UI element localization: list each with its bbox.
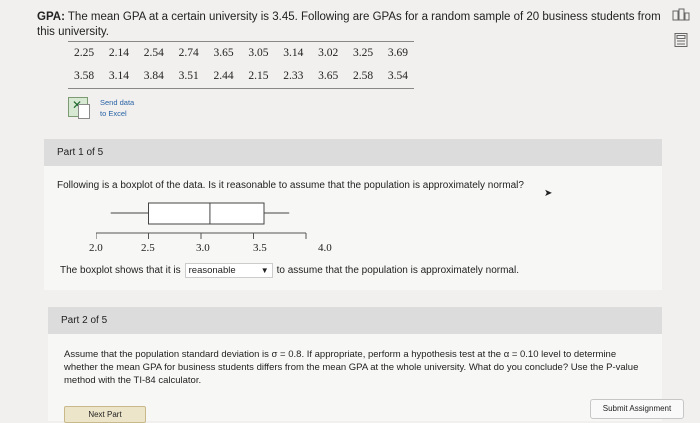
question-text: GPA: The mean GPA at a certain universit… bbox=[37, 10, 662, 40]
part1-header: Part 1 of 5 bbox=[44, 139, 662, 166]
data-cell: 2.33 bbox=[283, 70, 304, 82]
data-cell: 3.14 bbox=[108, 70, 129, 82]
data-cell: 3.54 bbox=[387, 70, 408, 82]
data-cell: 3.58 bbox=[74, 70, 95, 82]
data-cell: 2.15 bbox=[248, 70, 269, 82]
part2-header: Part 2 of 5 bbox=[48, 307, 662, 334]
send-to-excel-line2[interactable]: to Excel bbox=[100, 108, 134, 119]
axis-tick-label: 2.5 bbox=[141, 242, 155, 254]
data-cell: 3.02 bbox=[318, 47, 339, 59]
dropdown-arrow-icon[interactable]: ▼ bbox=[261, 266, 269, 275]
part2-question: Assume that the population standard devi… bbox=[64, 349, 639, 386]
part2-title: Part 2 of 5 bbox=[61, 315, 108, 326]
data-row: 2.25 2.14 2.54 2.74 3.65 3.05 3.14 3.02 … bbox=[68, 42, 414, 65]
data-cell: 2.14 bbox=[108, 47, 129, 59]
boxplot-ticks bbox=[96, 233, 307, 239]
send-to-excel-link[interactable]: Send data to Excel bbox=[68, 97, 134, 119]
data-row: 3.58 3.14 3.84 3.51 2.44 2.15 2.33 3.65 … bbox=[68, 65, 414, 88]
data-cell: 2.58 bbox=[353, 70, 374, 82]
axis-tick-label: 4.0 bbox=[318, 242, 332, 254]
mouse-cursor-icon: ➤ bbox=[544, 188, 553, 199]
excel-icon[interactable] bbox=[68, 97, 90, 119]
part1-title: Part 1 of 5 bbox=[57, 147, 104, 158]
data-cell: 3.25 bbox=[353, 47, 374, 59]
answer-suffix: to assume that the population is approxi… bbox=[276, 265, 519, 276]
data-cell: 3.69 bbox=[387, 47, 408, 59]
data-cell: 3.14 bbox=[283, 47, 304, 59]
normality-dropdown[interactable]: reasonable ▼ bbox=[184, 263, 273, 278]
dropdown-value[interactable]: reasonable bbox=[189, 265, 255, 276]
data-cell: 3.84 bbox=[143, 70, 164, 82]
part1-question: Following is a boxplot of the data. Is i… bbox=[57, 180, 524, 191]
submit-assignment-button[interactable]: Submit Assignment bbox=[590, 399, 684, 419]
data-cell: 3.65 bbox=[213, 47, 234, 59]
answer-prefix: The boxplot shows that it is bbox=[60, 265, 181, 276]
data-cell: 3.05 bbox=[248, 47, 269, 59]
axis-tick-label: 2.0 bbox=[89, 242, 103, 254]
next-part-button[interactable]: Next Part bbox=[64, 406, 146, 423]
data-table: 2.25 2.14 2.54 2.74 3.65 3.05 3.14 3.02 … bbox=[68, 41, 414, 89]
tools-icon[interactable] bbox=[672, 8, 690, 22]
data-cell: 3.51 bbox=[178, 70, 199, 82]
question-label: GPA: bbox=[37, 11, 65, 23]
part1-answer: The boxplot shows that it is reasonable … bbox=[60, 263, 519, 278]
boxplot bbox=[96, 202, 307, 239]
axis-tick-label: 3.5 bbox=[253, 242, 267, 254]
calculator-icon[interactable] bbox=[672, 33, 690, 47]
data-cell: 2.74 bbox=[178, 47, 199, 59]
data-cell: 3.65 bbox=[318, 70, 339, 82]
assignment-area: GPA: The mean GPA at a certain universit… bbox=[0, 0, 684, 423]
side-toolbar bbox=[672, 8, 696, 58]
boxplot-box bbox=[148, 202, 265, 225]
send-to-excel-label[interactable]: Send data to Excel bbox=[100, 97, 134, 119]
axis-tick-label: 3.0 bbox=[196, 242, 210, 254]
question-body: The mean GPA at a certain university is … bbox=[37, 11, 661, 38]
data-cell: 2.54 bbox=[143, 47, 164, 59]
data-cell: 2.25 bbox=[74, 47, 95, 59]
data-cell: 2.44 bbox=[213, 70, 234, 82]
send-to-excel-line1[interactable]: Send data bbox=[100, 97, 134, 108]
